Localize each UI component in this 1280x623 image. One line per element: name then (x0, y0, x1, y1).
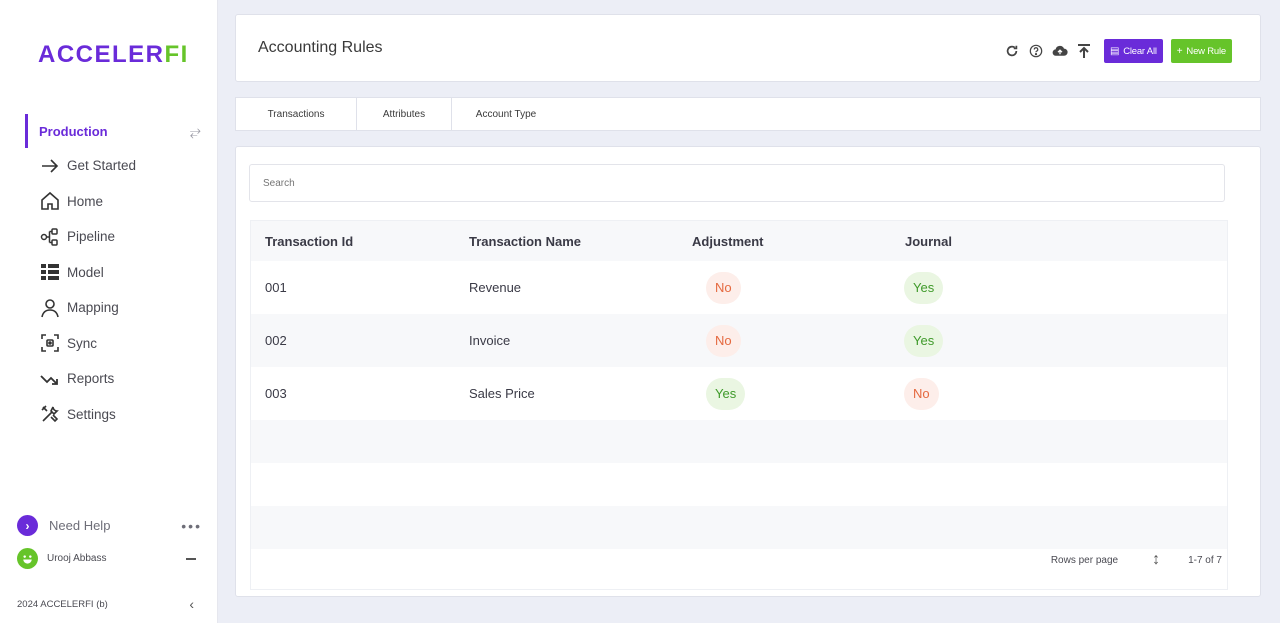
sidebar-item-label: Sync (67, 335, 98, 351)
upload-icon[interactable] (1076, 43, 1092, 59)
sidebar-item-label: Reports (67, 371, 115, 387)
rows-per-page-label: Rows per page (1050, 554, 1119, 566)
table-header: Transaction Id Transaction Name Adjustme… (251, 221, 1227, 261)
plus-icon: + (1176, 45, 1183, 57)
main-content: Transaction Id Transaction Name Adjustme… (235, 146, 1261, 597)
adjustment-badge: Yes (706, 377, 746, 410)
sort-updown-icon[interactable]: ↕ (1152, 551, 1160, 569)
pagination: Rows per page ↕ 1-7 of 7 (1051, 551, 1222, 569)
sidebar-item-pipeline[interactable]: Pipeline (40, 219, 136, 255)
adjustment-badge: No (706, 271, 741, 304)
brand-logo[interactable]: ACCELERFI (38, 41, 189, 69)
empty-row (251, 420, 1227, 463)
page-header: Accounting Rules ▤ Clear All + New Rule (235, 14, 1261, 82)
chevron-left-icon[interactable]: ‹ (189, 596, 194, 612)
column-header-journal[interactable]: Journal (905, 234, 952, 249)
smile-icon (23, 555, 32, 564)
transaction-name: Revenue (469, 280, 522, 295)
search-input[interactable] (249, 164, 1225, 202)
sidebar-item-model[interactable]: Model (40, 255, 136, 291)
header-toolbar: ▤ Clear All + New Rule (1004, 39, 1232, 63)
user-profile[interactable]: Urooj Abbass (17, 548, 202, 569)
transaction-name: Invoice (469, 333, 511, 348)
tab-attributes[interactable]: Attributes (357, 98, 452, 130)
chevron-right-icon: › (17, 515, 38, 536)
user-icon (41, 298, 59, 317)
page-title: Accounting Rules (258, 39, 383, 56)
transaction-id: 002 (265, 333, 287, 348)
transaction-id: 001 (265, 280, 287, 295)
sync-icon (41, 334, 59, 353)
rules-table: Transaction Id Transaction Name Adjustme… (250, 220, 1228, 590)
empty-row (251, 506, 1227, 549)
user-name: Urooj Abbass (47, 553, 107, 564)
sidebar-item-label: Settings (67, 406, 116, 422)
brand-name-main: ACCELER (38, 41, 165, 68)
document-icon: ▤ (1109, 45, 1120, 57)
environment-label: Production (39, 123, 108, 139)
sidebar-item-label: Get Started (67, 158, 137, 174)
help-icon[interactable] (1028, 43, 1044, 59)
journal-badge: Yes (904, 324, 944, 357)
sidebar-item-sync[interactable]: Sync (40, 326, 136, 362)
journal-badge: Yes (904, 271, 944, 304)
environment-selector[interactable]: Production ⥂ (25, 114, 205, 148)
minus-icon[interactable] (186, 557, 196, 560)
reports-icon (40, 375, 58, 385)
model-icon (41, 264, 59, 281)
new-rule-button[interactable]: + New Rule (1170, 39, 1232, 63)
transaction-id: 003 (265, 386, 287, 401)
pipeline-icon (40, 228, 58, 246)
journal-badge: No (904, 377, 939, 410)
column-header-transaction-id[interactable]: Transaction Id (265, 234, 353, 249)
table-row[interactable]: 003 Sales Price Yes No (251, 367, 1227, 420)
new-rule-label: New Rule (1186, 45, 1226, 57)
empty-row (251, 463, 1227, 506)
sidebar-nav: Get Started Home Pipeline Model Mapping … (40, 148, 136, 432)
footer-text: 2024 ACCELERFI (b) (17, 598, 108, 610)
more-icon[interactable]: ••• (181, 518, 202, 534)
sidebar-item-label: Mapping (67, 300, 119, 316)
clear-all-button[interactable]: ▤ Clear All (1103, 39, 1163, 63)
adjustment-badge: No (706, 324, 741, 357)
column-header-adjustment[interactable]: Adjustment (692, 234, 764, 249)
table-row[interactable]: 002 Invoice No Yes (251, 314, 1227, 367)
refresh-icon[interactable] (1004, 43, 1020, 59)
sidebar-footer: 2024 ACCELERFI (b) ‹ (17, 596, 202, 612)
cloud-upload-icon[interactable] (1052, 43, 1068, 59)
home-icon (41, 192, 59, 211)
sidebar-item-mapping[interactable]: Mapping (40, 290, 136, 326)
settings-icon (41, 405, 59, 423)
sidebar-item-home[interactable]: Home (40, 184, 136, 220)
tab-account-type[interactable]: Account Type (452, 98, 560, 130)
tab-transactions[interactable]: Transactions (236, 98, 357, 130)
avatar (17, 548, 38, 569)
brand-name-accent: FI (164, 41, 189, 68)
sidebar: ACCELERFI Production ⥂ Get Started Home … (0, 0, 218, 623)
sidebar-item-reports[interactable]: Reports (40, 361, 136, 397)
clear-all-label: Clear All (1123, 45, 1157, 57)
swap-icon[interactable]: ⥂ (190, 123, 201, 140)
sidebar-item-get-started[interactable]: Get Started (40, 148, 136, 184)
table-row[interactable]: 001 Revenue No Yes (251, 261, 1227, 314)
sidebar-item-label: Pipeline (67, 229, 116, 245)
sidebar-item-settings[interactable]: Settings (40, 397, 136, 433)
page-range: 1-7 of 7 (1188, 554, 1222, 566)
tab-bar: Transactions Attributes Account Type (235, 97, 1261, 131)
column-header-transaction-name[interactable]: Transaction Name (469, 234, 581, 249)
sidebar-item-label: Model (67, 264, 104, 280)
arrow-right-icon (42, 159, 59, 173)
transaction-name: Sales Price (469, 386, 535, 401)
sidebar-item-label: Home (67, 193, 104, 209)
need-help[interactable]: › Need Help ••• (17, 515, 202, 536)
need-help-label: Need Help (49, 518, 111, 533)
